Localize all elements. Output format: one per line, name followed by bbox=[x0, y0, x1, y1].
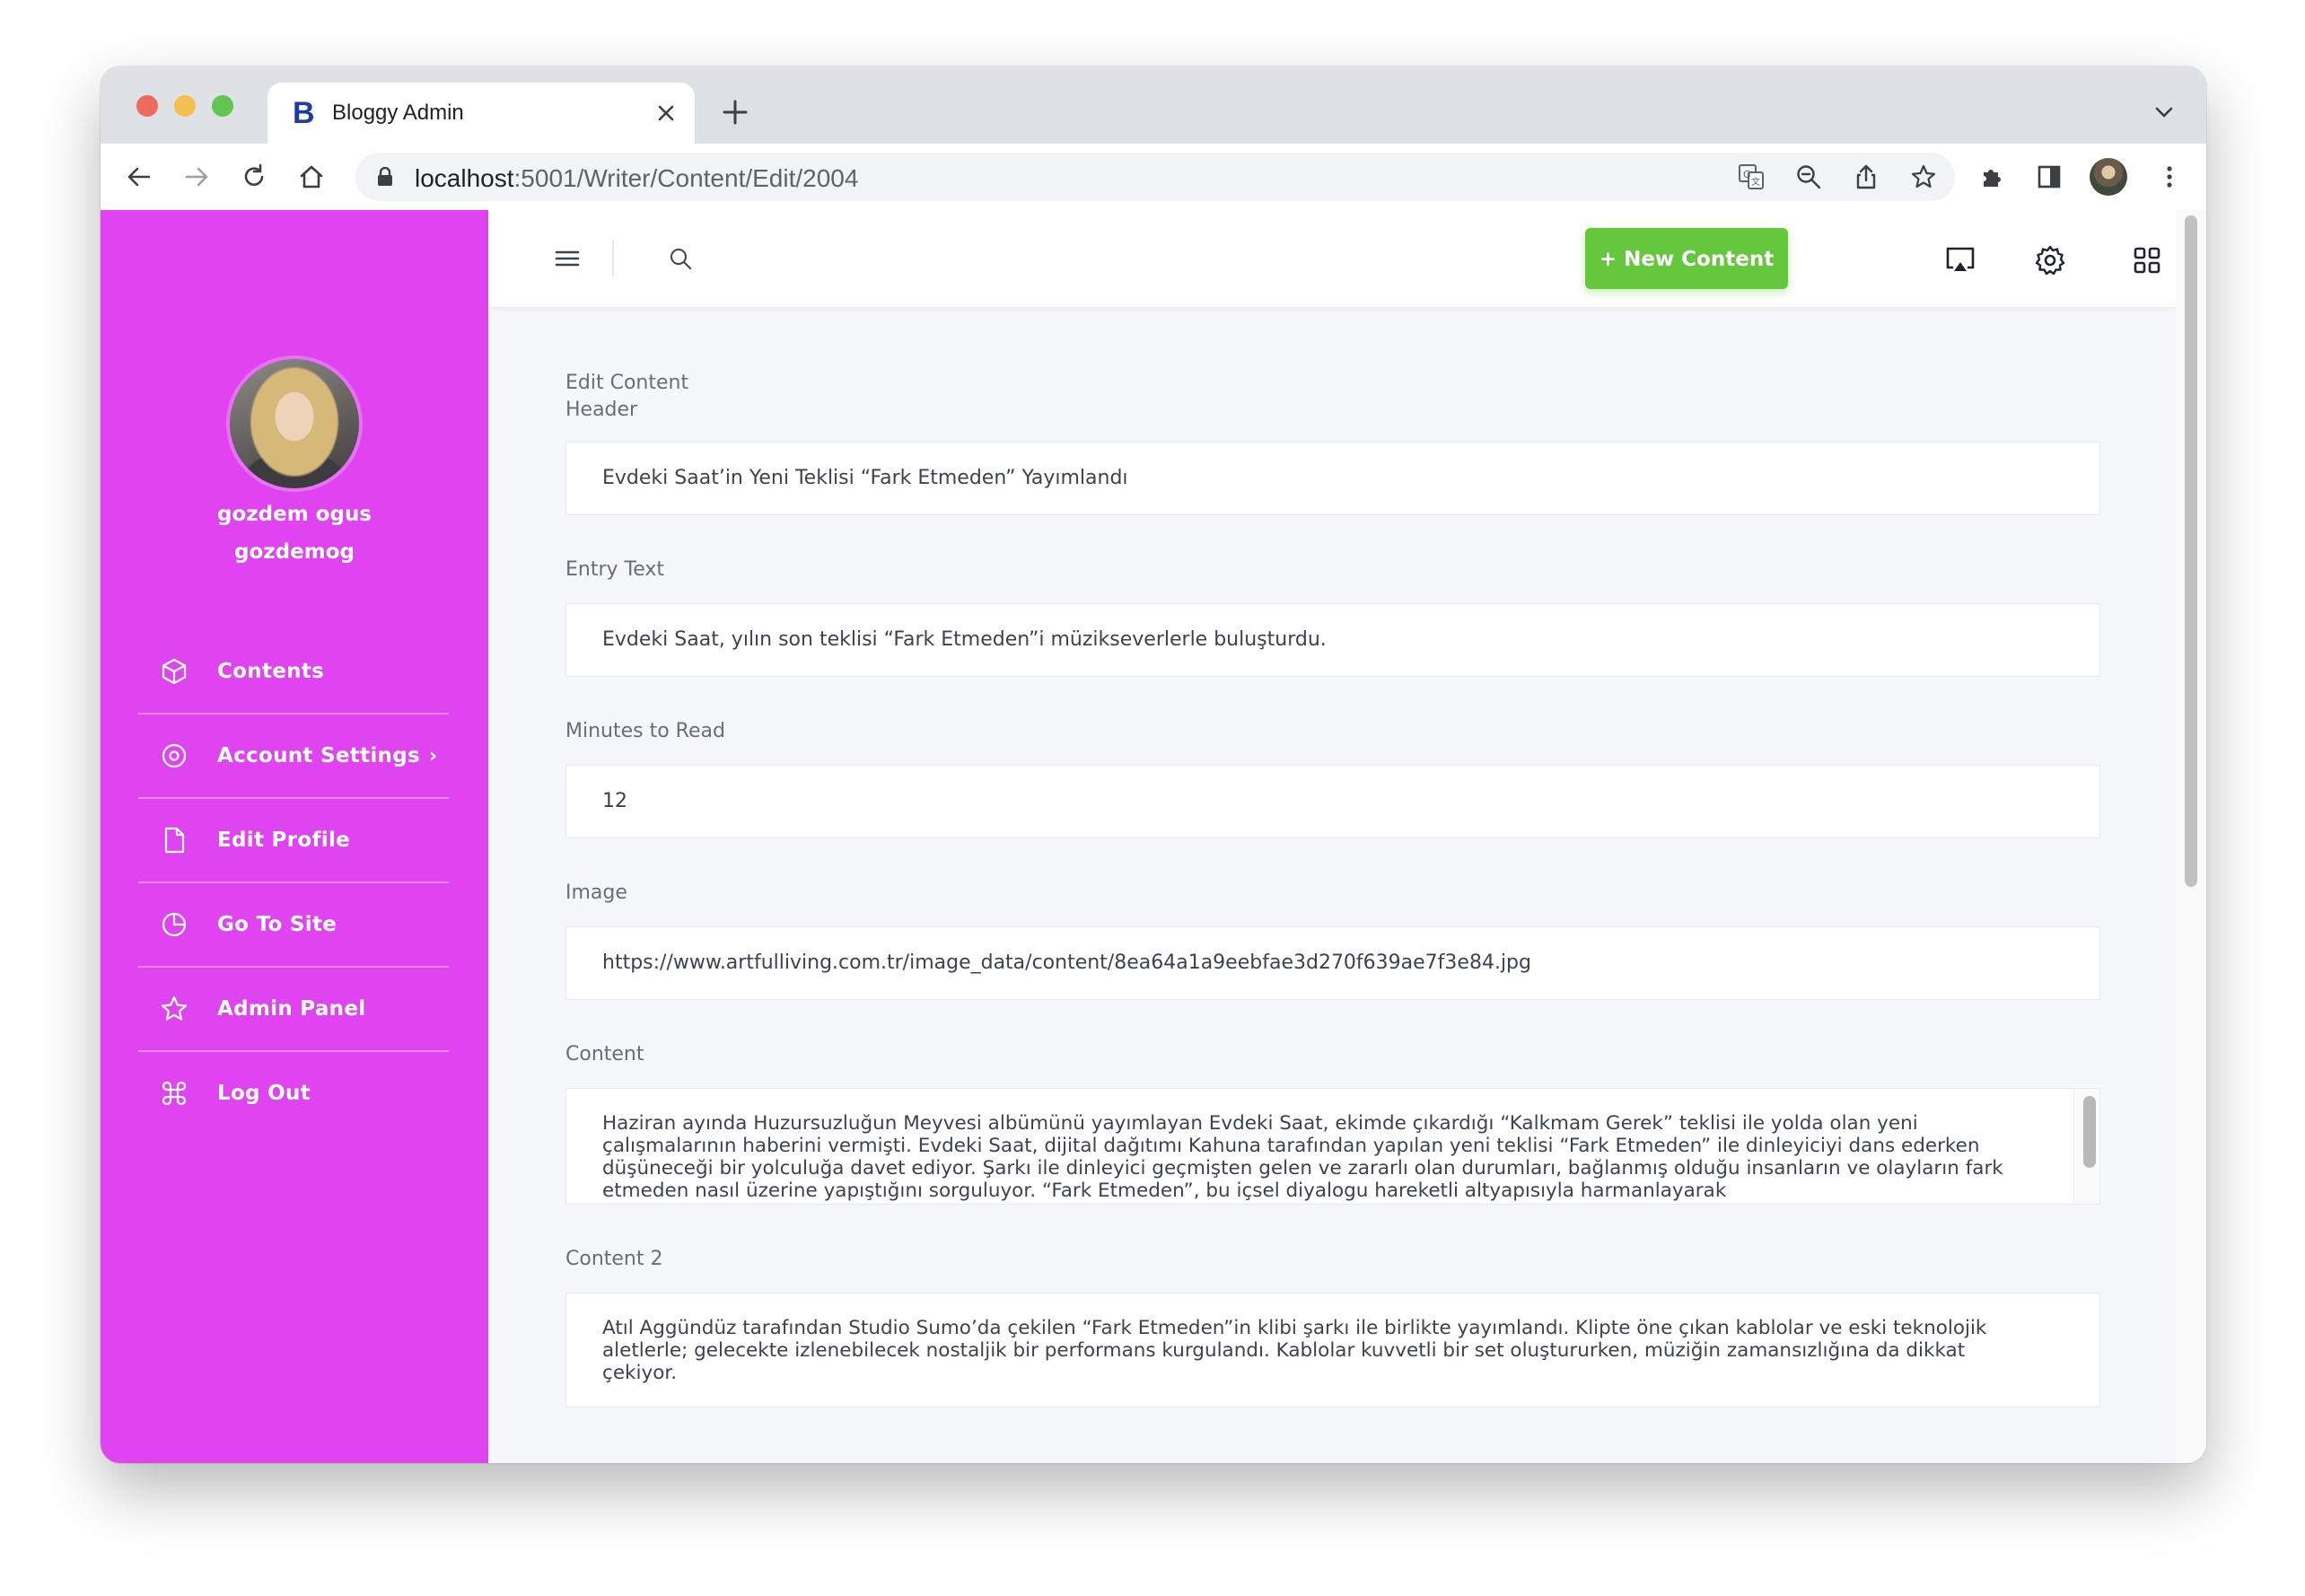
entry-text-input[interactable]: Evdeki Saat, yılın son teklisi “Fark Etm… bbox=[565, 603, 2100, 677]
content-2-text: Atıl Aggündüz tarafından Studio Sumo’da … bbox=[602, 1317, 1987, 1384]
user-name: gozdem ogus bbox=[216, 503, 372, 526]
minutes-to-read-input[interactable]: 12 bbox=[565, 765, 2100, 838]
more-vert-icon[interactable] bbox=[2156, 163, 2183, 190]
menu-icon[interactable] bbox=[555, 248, 580, 269]
profile-avatar[interactable] bbox=[2090, 158, 2127, 196]
sidebar-item-label: Account Settings bbox=[217, 744, 420, 767]
browser-tab[interactable]: B Bloggy Admin bbox=[267, 83, 695, 144]
command-icon bbox=[162, 1081, 187, 1106]
chevron-right-icon: › bbox=[428, 744, 438, 767]
close-window-button[interactable] bbox=[136, 95, 158, 117]
extensions-icon[interactable] bbox=[1978, 163, 2005, 190]
pie-chart-icon bbox=[162, 912, 187, 937]
forward-icon[interactable] bbox=[183, 163, 210, 190]
lock-icon[interactable] bbox=[377, 167, 393, 187]
browser-window: B Bloggy Admin localhost:5001/Writer/Con… bbox=[101, 66, 2206, 1463]
sidebar-item-admin-panel[interactable]: Admin Panel bbox=[138, 968, 449, 1052]
sidebar-item-account-settings[interactable]: Account Settings › bbox=[138, 715, 449, 799]
sidebar-item-contents[interactable]: Contents bbox=[138, 630, 449, 715]
back-icon[interactable] bbox=[126, 163, 153, 190]
side-panel-icon[interactable] bbox=[2036, 163, 2063, 190]
sidebar-item-label: Admin Panel bbox=[217, 997, 366, 1021]
content-textarea[interactable]: Haziran ayında Huzursuzluğun Meyvesi alb… bbox=[565, 1088, 2100, 1205]
star-icon bbox=[161, 995, 188, 1021]
tab-strip: B Bloggy Admin bbox=[101, 66, 2206, 144]
sidebar: gozdem ogus gozdemog Contents Account Se… bbox=[101, 210, 488, 1463]
page-scrollbar-thumb[interactable] bbox=[2185, 215, 2197, 887]
divider bbox=[612, 241, 614, 276]
grid-icon[interactable] bbox=[2131, 244, 2163, 276]
image-label: Image bbox=[565, 881, 627, 904]
header-label: Header bbox=[565, 399, 638, 421]
svg-text:文: 文 bbox=[1751, 176, 1760, 188]
zoom-out-icon[interactable] bbox=[1795, 163, 1822, 190]
search-icon[interactable] bbox=[668, 246, 693, 271]
maximize-window-button[interactable] bbox=[212, 95, 233, 117]
share-icon[interactable] bbox=[1853, 163, 1880, 190]
close-tab-icon[interactable] bbox=[655, 102, 677, 124]
bookmark-star-icon[interactable] bbox=[1910, 163, 1937, 190]
content-text: Haziran ayında Huzursuzluğun Meyvesi alb… bbox=[602, 1112, 2003, 1202]
user-avatar bbox=[230, 359, 359, 488]
content-2-label: Content 2 bbox=[565, 1248, 663, 1270]
sidebar-item-label: Contents bbox=[217, 660, 325, 683]
translate-icon[interactable]: G 文 bbox=[1738, 163, 1765, 190]
sidebar-item-label: Edit Profile bbox=[217, 829, 351, 852]
browser-toolbar: localhost:5001/Writer/Content/Edit/2004 … bbox=[101, 144, 2206, 210]
cast-icon[interactable] bbox=[1944, 244, 1976, 276]
cube-icon bbox=[162, 658, 187, 685]
reload-icon[interactable] bbox=[241, 163, 267, 190]
header-input[interactable]: Evdeki Saat’in Yeni Teklisi “Fark Etmede… bbox=[565, 442, 2100, 515]
user-handle: gozdemog bbox=[234, 540, 355, 564]
image-url-input[interactable]: https://www.artfulliving.com.tr/image_da… bbox=[565, 926, 2100, 1000]
sidebar-item-edit-profile[interactable]: Edit Profile bbox=[138, 799, 449, 883]
sidebar-item-label: Log Out bbox=[217, 1082, 311, 1105]
minutes-to-read-label: Minutes to Read bbox=[565, 720, 725, 742]
chevron-down-icon[interactable] bbox=[2154, 102, 2174, 122]
tab-title: Bloggy Admin bbox=[332, 101, 464, 125]
sidebar-item-go-to-site[interactable]: Go To Site bbox=[138, 883, 449, 968]
entry-text-label: Entry Text bbox=[565, 558, 665, 581]
target-icon bbox=[162, 743, 187, 768]
url-text[interactable]: localhost:5001/Writer/Content/Edit/2004 bbox=[415, 164, 858, 193]
gear-icon[interactable] bbox=[2034, 244, 2066, 276]
content-2-textarea[interactable]: Atıl Aggündüz tarafından Studio Sumo’da … bbox=[565, 1293, 2100, 1407]
sidebar-menu: Contents Account Settings › Edit Profile bbox=[138, 630, 449, 1135]
sidebar-item-label: Go To Site bbox=[217, 913, 337, 936]
favicon-icon: B bbox=[293, 96, 315, 130]
content-label: Content bbox=[565, 1043, 644, 1065]
sidebar-item-log-out[interactable]: Log Out bbox=[138, 1052, 449, 1135]
svg-text:G: G bbox=[1743, 169, 1751, 180]
web-page: gozdem ogus gozdemog Contents Account Se… bbox=[101, 210, 2206, 1463]
page-title: Edit Content bbox=[565, 372, 689, 394]
file-icon bbox=[164, 827, 185, 854]
new-tab-icon[interactable] bbox=[722, 99, 749, 126]
top-bar: + New Content bbox=[488, 210, 2176, 307]
new-content-button[interactable]: + New Content bbox=[1585, 228, 1788, 289]
home-icon[interactable] bbox=[298, 163, 325, 190]
minimize-window-button[interactable] bbox=[174, 95, 196, 117]
textarea-scrollbar-thumb[interactable] bbox=[2083, 1096, 2096, 1168]
address-bar[interactable]: localhost:5001/Writer/Content/Edit/2004 … bbox=[355, 153, 1955, 201]
